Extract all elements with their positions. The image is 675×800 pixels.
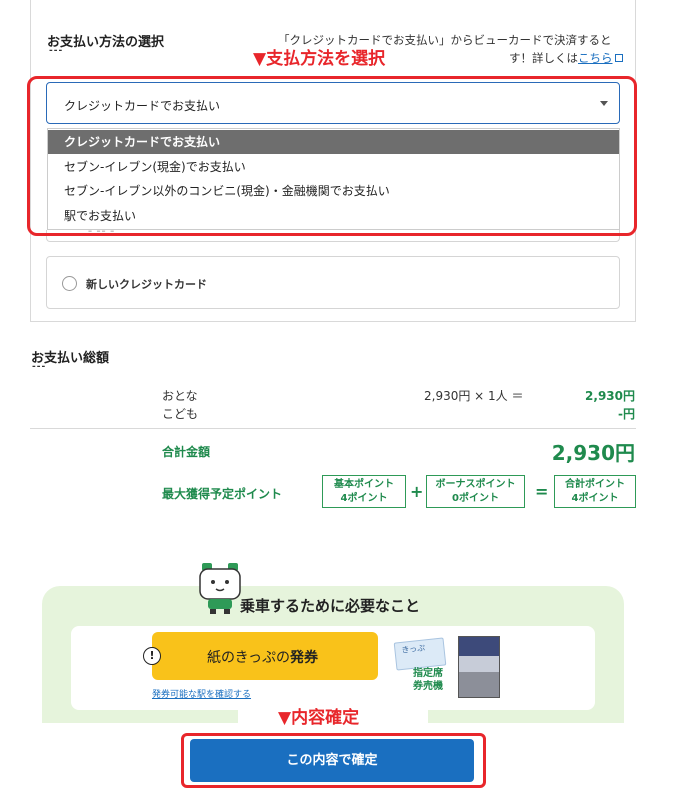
summary-title-dash: --- — [32, 362, 47, 372]
total-points-box: 合計ポイント 4ポイント — [554, 475, 636, 508]
viewcard-note-cont: す！詳しくはこちら — [509, 50, 623, 66]
total-label: 合計金額 — [162, 445, 211, 459]
confirm-annotation: ▼内容確定 — [278, 708, 360, 728]
ticket-image-text: きっぷ — [401, 643, 426, 655]
points-label: 最大獲得予定ポイント — [162, 487, 283, 501]
adult-label: おとな — [162, 389, 198, 403]
basic-points-title: 基本ポイント — [334, 479, 394, 490]
bonus-points-title: ボーナスポイント — [435, 479, 516, 490]
boarding-title: 乗車するために必要なこと — [240, 597, 421, 615]
adult-amount: 2,930円 — [585, 389, 635, 403]
new-card-label: 新しいクレジットカード — [86, 278, 207, 291]
equals-sign: = — [535, 482, 549, 501]
bonus-points-value: 0ポイント — [452, 493, 499, 504]
paper-ticket-label: 紙のきっぷの発券 — [207, 650, 319, 666]
new-credit-card-option[interactable]: 新しいクレジットカード — [46, 256, 620, 309]
total-points-title: 合計ポイント — [565, 479, 625, 490]
confirm-button[interactable]: この内容で確定 — [190, 739, 474, 782]
payment-section-title: お支払い方法の選択 — [47, 35, 165, 50]
plus-sign: + — [410, 482, 424, 501]
basic-points-value: 4ポイント — [340, 493, 388, 504]
exclamation-icon: ! — [143, 647, 161, 665]
ticket-machine-image — [458, 636, 500, 698]
select-method-annotation: ▼支払方法を選択 — [253, 49, 386, 69]
check-stations-link[interactable]: 発券可能な駅を確認する — [152, 687, 251, 700]
child-label: こども — [162, 407, 199, 421]
payment-title-dash: --- — [49, 46, 64, 56]
ticket-image: きっぷ — [393, 637, 447, 671]
external-link-icon — [614, 54, 623, 62]
mascot-icon — [199, 563, 241, 614]
ticket-machine-label: 指定席 券売機 — [413, 668, 443, 692]
total-points-value: 4ポイント — [571, 493, 619, 504]
child-amount: -円 — [618, 407, 635, 421]
fare-calculation: 2,930円 × 1人 ＝ — [424, 389, 524, 403]
basic-points-box: 基本ポイント 4ポイント — [322, 475, 406, 508]
radio-button[interactable] — [62, 276, 77, 291]
viewcard-note-tail: す！詳しくは — [509, 51, 578, 65]
bonus-points-box: ボーナスポイント 0ポイント — [426, 475, 525, 508]
details-link[interactable]: こちら — [578, 51, 613, 65]
total-amount: 2,930円 — [551, 441, 635, 465]
paper-ticket-button[interactable]: 紙のきっぷの発券 — [152, 632, 378, 680]
divider — [30, 428, 636, 429]
select-highlight-frame — [27, 76, 637, 236]
